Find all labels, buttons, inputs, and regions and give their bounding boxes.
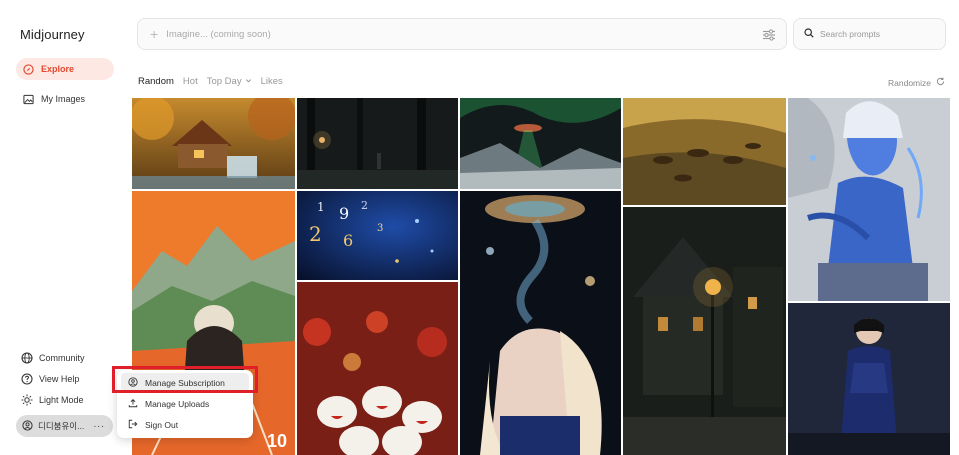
search-icon (804, 28, 814, 40)
plus-icon: + (150, 26, 159, 42)
tab-hot[interactable]: Hot (183, 76, 198, 87)
user-account-button[interactable]: 디디붐유이... ··· (16, 415, 113, 437)
image-gallery: 10 1 9 2 2 6 3 (132, 98, 950, 455)
sidebar-item-label: Light Mode (39, 395, 84, 405)
menu-item-manage-subscription[interactable]: Manage Subscription (121, 373, 249, 392)
help-icon (21, 373, 33, 385)
tab-label: Random (138, 76, 174, 87)
gallery-image-cabin-waterfall[interactable] (132, 98, 295, 189)
upload-icon (128, 398, 138, 410)
menu-item-sign-out[interactable]: Sign Out (121, 415, 249, 434)
compass-icon (23, 63, 34, 75)
settings-sliders-icon[interactable] (762, 28, 776, 42)
randomize-button[interactable]: Randomize (888, 77, 945, 88)
sidebar-item-my-images[interactable]: My Images (16, 88, 114, 110)
gallery-image-dark-forest[interactable] (297, 98, 458, 189)
tab-label: Top Day (206, 76, 242, 87)
sidebar-item-light-mode[interactable]: Light Mode (21, 392, 84, 408)
search-prompts-input[interactable]: Search prompts (793, 18, 946, 50)
svg-text:2: 2 (309, 222, 322, 246)
globe-icon (21, 352, 33, 364)
tab-likes[interactable]: Likes (261, 76, 283, 87)
gallery-image-ufo-aurora[interactable] (460, 98, 621, 189)
gallery-image-girl-smoke-bubbles[interactable] (460, 191, 621, 455)
sidebar: Midjourney Explore My Images Community V… (0, 0, 128, 455)
randomize-label: Randomize (888, 77, 931, 88)
svg-text:10: 10 (267, 431, 287, 451)
svg-text:3: 3 (377, 223, 383, 234)
user-icon (22, 419, 33, 433)
menu-item-label: Sign Out (145, 419, 179, 430)
tab-top-day[interactable]: Top Day (207, 76, 252, 87)
refresh-icon (936, 77, 945, 88)
sign-out-icon (128, 419, 138, 431)
gallery-image-horses-field[interactable] (623, 98, 786, 205)
sidebar-item-explore[interactable]: Explore (16, 58, 114, 80)
svg-text:1: 1 (317, 200, 325, 214)
gallery-image-floating-numbers[interactable]: 1 9 2 2 6 3 (297, 191, 458, 280)
sidebar-item-label: Explore (41, 64, 75, 74)
sidebar-item-community[interactable]: Community (21, 350, 85, 366)
tab-random[interactable]: Random (138, 76, 174, 87)
imagine-placeholder: Imagine... (coming soon) (166, 28, 271, 40)
imagine-input[interactable]: + Imagine... (coming soon) (137, 18, 787, 50)
tab-label: Likes (260, 76, 283, 87)
search-placeholder: Search prompts (820, 29, 880, 39)
gallery-image-dark-village[interactable] (623, 207, 786, 455)
tab-label: Hot (182, 76, 198, 87)
app-root: Midjourney Explore My Images Community V… (0, 0, 959, 455)
user-menu: Manage Subscription Manage Uploads Sign … (117, 370, 253, 438)
sun-icon (21, 394, 33, 406)
app-logo[interactable]: Midjourney (20, 27, 85, 42)
image-icon (23, 94, 34, 105)
account-icon (128, 376, 138, 389)
menu-item-manage-uploads[interactable]: Manage Uploads (121, 394, 249, 413)
menu-item-label: Manage Subscription (145, 377, 225, 388)
more-options-icon[interactable]: ··· (93, 421, 105, 432)
chevron-down-icon (245, 76, 252, 87)
user-name: 디디붐유이... (38, 421, 85, 431)
sidebar-item-label: Community (39, 353, 85, 363)
menu-item-label: Manage Uploads (145, 398, 210, 409)
feed-tabs: Random Hot Top Day Likes (138, 76, 283, 87)
gallery-image-model-qipao[interactable] (788, 303, 950, 455)
gallery-image-rice-cakes-lanterns[interactable] (297, 282, 458, 455)
svg-text:2: 2 (361, 199, 368, 212)
sidebar-item-label: My Images (41, 94, 86, 104)
sidebar-item-view-help[interactable]: View Help (21, 371, 79, 387)
svg-text:6: 6 (343, 231, 353, 250)
svg-text:9: 9 (339, 204, 349, 223)
gallery-image-blue-ice-elf[interactable] (788, 98, 950, 301)
sidebar-item-label: View Help (39, 374, 80, 384)
